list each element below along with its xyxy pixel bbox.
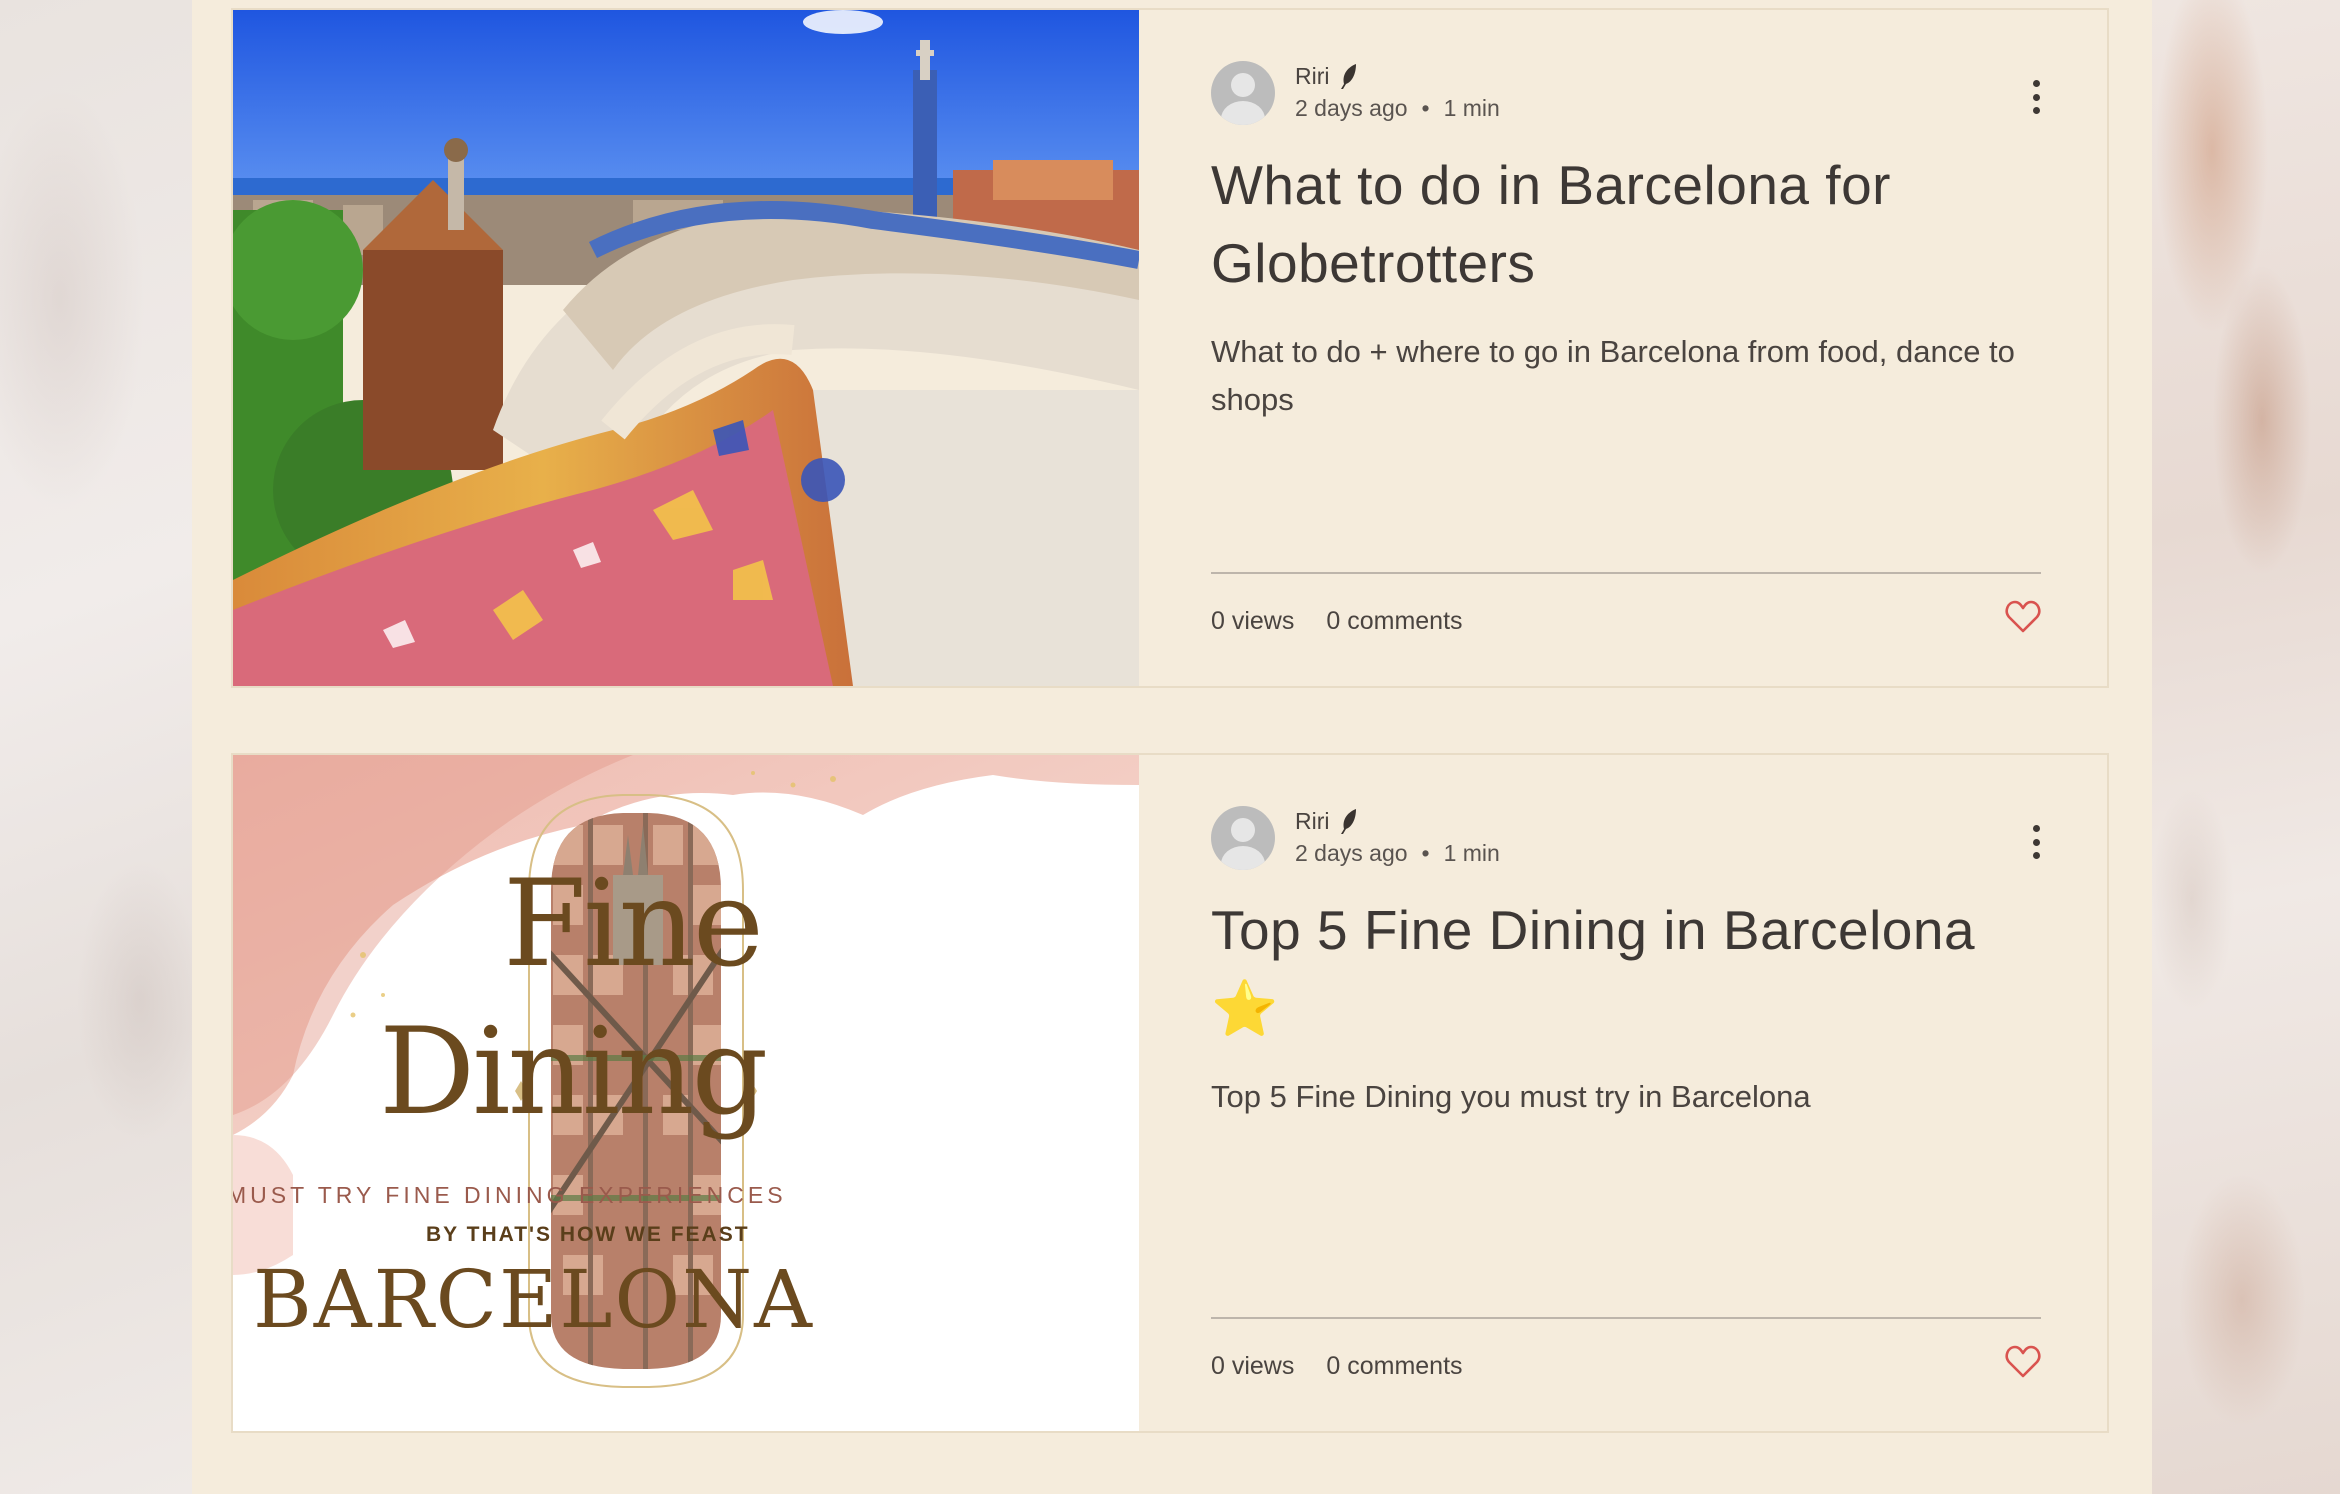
comments-count[interactable]: 0 comments: [1326, 607, 1462, 636]
cover-city: BARCELONA: [253, 1253, 814, 1346]
park-guell-illustration: [233, 10, 1139, 686]
writer-quill-icon: [1340, 64, 1356, 89]
post-date: 2 days ago: [1295, 840, 1408, 866]
post-footer: 0 views 0 comments: [1211, 572, 2041, 672]
like-heart-icon[interactable]: [2005, 1345, 2041, 1379]
cover-byline: BY THAT'S HOW WE FEAST: [426, 1223, 750, 1246]
post-meta: Riri 2 days ago • 1 min: [1211, 60, 2041, 126]
post-title[interactable]: What to do in Barcelona for Globetrotter…: [1211, 146, 2031, 302]
writer-quill-icon: [1340, 809, 1356, 834]
separator-dot: •: [1421, 840, 1430, 866]
post-excerpt[interactable]: Top 5 Fine Dining you must try in Barcel…: [1211, 1073, 2041, 1121]
read-time: 1 min: [1443, 95, 1500, 121]
author-name[interactable]: Riri: [1295, 61, 1330, 91]
background-left: [0, 0, 192, 1494]
post-card[interactable]: Fine Dining MUST TRY FINE DINING EXPERIE…: [231, 753, 2109, 1433]
post-excerpt[interactable]: What to do + where to go in Barcelona fr…: [1211, 328, 2041, 424]
background-right: [2152, 0, 2340, 1494]
star-emoji-icon: ⭐: [1211, 979, 1279, 1039]
views-count: 0 views: [1211, 1351, 1295, 1380]
post-meta: Riri 2 days ago • 1 min: [1211, 805, 2041, 871]
author-avatar[interactable]: [1211, 806, 1275, 870]
read-time: 1 min: [1443, 840, 1500, 866]
post-title-text[interactable]: Top 5 Fine Dining in Barcelona: [1211, 899, 1975, 961]
post-cover-image[interactable]: [233, 10, 1139, 686]
post-date: 2 days ago: [1295, 95, 1408, 121]
like-heart-icon[interactable]: [2005, 600, 2041, 634]
separator-dot: •: [1421, 95, 1430, 121]
author-name[interactable]: Riri: [1295, 806, 1330, 836]
more-actions-icon[interactable]: [2031, 80, 2041, 114]
views-count: 0 views: [1211, 606, 1295, 635]
post-footer: 0 views 0 comments: [1211, 1317, 2041, 1417]
more-actions-icon[interactable]: [2031, 825, 2041, 859]
cover-subtitle: MUST TRY FINE DINING EXPERIENCES: [233, 1182, 787, 1208]
cover-heading-line1: Fine: [503, 855, 764, 994]
post-card[interactable]: Riri 2 days ago • 1 min What to do in Barc…: [231, 8, 2109, 688]
post-content: Riri 2 days ago • 1 min Top 5 Fine Dining …: [1139, 755, 2113, 1431]
comments-count[interactable]: 0 comments: [1326, 1352, 1462, 1381]
cover-heading-line2: Dining: [379, 1003, 768, 1142]
author-avatar[interactable]: [1211, 61, 1275, 125]
post-title[interactable]: Top 5 Fine Dining in Barcelona ⭐: [1211, 891, 2031, 1047]
post-content: Riri 2 days ago • 1 min What to do in Barc…: [1139, 10, 2113, 686]
post-cover-image[interactable]: Fine Dining MUST TRY FINE DINING EXPERIE…: [233, 755, 1139, 1431]
